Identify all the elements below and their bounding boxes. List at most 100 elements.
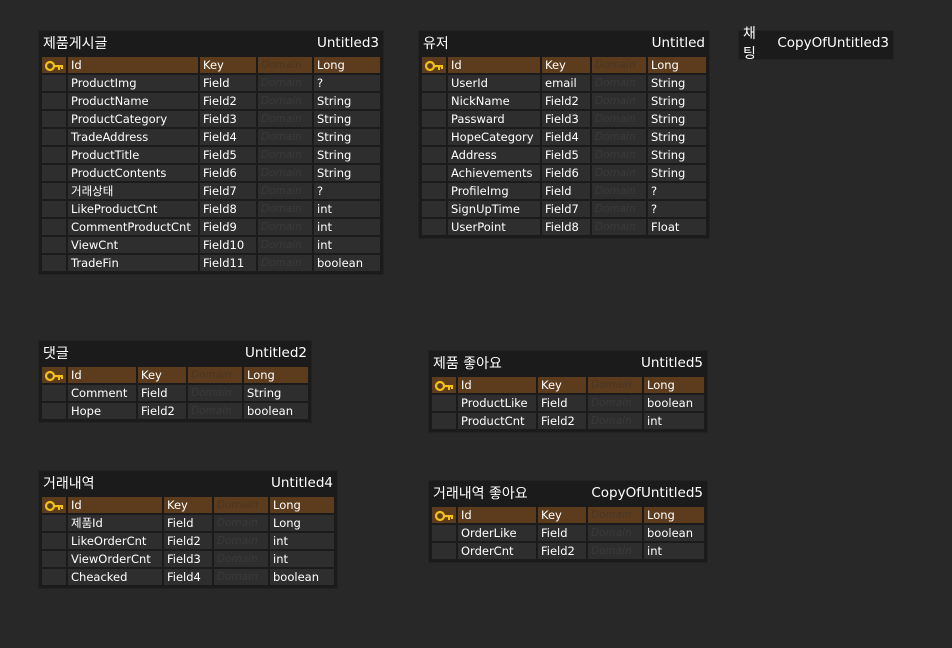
attribute-keyname[interactable]: Field2 [538,413,586,429]
attribute-row[interactable]: ViewOrderCnt Field3 Domain int [42,551,334,567]
attribute-row[interactable]: ProductContents Field6 Domain String [42,165,380,181]
entity-header[interactable]: 거래내역 좋아요 CopyOfUntitled5 [429,481,707,505]
entity-header[interactable]: 유저 Untitled [419,31,709,55]
entity-product-post[interactable]: 제품게시글 Untitled3 Id Key Domain Long ProductImg F… [39,31,383,274]
entity-header[interactable]: 댓글 Untitled2 [39,341,311,365]
attribute-name[interactable]: LikeOrderCnt [68,533,162,549]
attribute-row[interactable]: Passward Field3 Domain String [422,111,706,127]
attribute-domain[interactable]: Domain [592,219,646,235]
attribute-name[interactable]: ProfileImg [448,183,540,199]
attribute-name[interactable]: TradeAddress [68,129,198,145]
attribute-keyname[interactable]: Field6 [200,165,256,181]
attribute-keyname[interactable]: Key [138,367,186,383]
attribute-type[interactable]: int [270,533,334,549]
attribute-row[interactable]: TradeAddress Field4 Domain String [42,129,380,145]
attribute-type[interactable]: boolean [314,255,380,271]
attribute-keyname[interactable]: Field9 [200,219,256,235]
attribute-keyname[interactable]: Field [542,183,590,199]
attribute-keyname[interactable]: Field6 [542,165,590,181]
attribute-keyname[interactable]: Field2 [164,533,212,549]
attribute-name[interactable]: CommentProductCnt [68,219,198,235]
attribute-type[interactable]: String [648,93,706,109]
attribute-row[interactable]: Hope Field2 Domain boolean [42,403,308,419]
attribute-domain[interactable]: Domain [258,201,312,217]
attribute-type[interactable]: String [314,93,380,109]
attribute-type[interactable]: ? [648,201,706,217]
attribute-type[interactable]: String [648,165,706,181]
attribute-keyname[interactable]: Field [138,385,186,401]
attribute-type[interactable]: int [314,237,380,253]
attribute-row[interactable]: ProductTitle Field5 Domain String [42,147,380,163]
attribute-keyname[interactable]: Key [164,497,212,513]
attribute-keyname[interactable]: Field3 [164,551,212,567]
attribute-keyname[interactable]: Field4 [164,569,212,585]
attribute-name[interactable]: Id [458,507,536,523]
attribute-name[interactable]: ProductCnt [458,413,536,429]
attribute-keyname[interactable]: Field2 [542,93,590,109]
attribute-keyname[interactable]: Field5 [200,147,256,163]
entity-trade-like[interactable]: 거래내역 좋아요 CopyOfUntitled5 Id Key Domain Long Or… [429,481,707,562]
attribute-row[interactable]: Comment Field Domain String [42,385,308,401]
attribute-type[interactable]: ? [314,75,380,91]
attribute-name[interactable]: Id [448,57,540,73]
attribute-domain[interactable]: Domain [258,93,312,109]
attribute-row[interactable]: Cheacked Field4 Domain boolean [42,569,334,585]
attribute-domain[interactable]: Domain [188,385,242,401]
attribute-row[interactable]: ProfileImg Field Domain? [422,183,706,199]
attribute-name[interactable]: OrderLike [458,525,536,541]
attribute-name[interactable]: UserPoint [448,219,540,235]
attribute-keyname[interactable]: Field2 [138,403,186,419]
attribute-name[interactable]: Passward [448,111,540,127]
entity-chat[interactable]: 채팅 CopyOfUntitled3 [739,26,893,62]
attribute-type[interactable]: String [648,129,706,145]
attribute-row[interactable]: OrderCnt Field2 Domain int [432,543,704,559]
attribute-keyname[interactable]: Key [538,507,586,523]
attribute-type[interactable]: Long [270,497,334,513]
attribute-name[interactable]: Address [448,147,540,163]
attribute-type[interactable]: ? [314,183,380,199]
attribute-type[interactable]: boolean [644,525,704,541]
attribute-domain[interactable]: Domain [588,413,642,429]
attribute-row[interactable]: OrderLike Field Domain boolean [432,525,704,541]
attribute-row[interactable]: ProductCategory Field3 Domain String [42,111,380,127]
attribute-domain[interactable]: Domain [188,403,242,419]
attribute-domain[interactable]: Domain [258,75,312,91]
attribute-type[interactable]: Long [244,367,308,383]
entity-header[interactable]: 거래내역 Untitled4 [39,471,337,495]
attribute-domain[interactable]: Domain [592,57,646,73]
attribute-domain[interactable]: Domain [258,183,312,199]
attribute-domain[interactable]: Domain [214,551,268,567]
attribute-keyname[interactable]: Field [200,75,256,91]
attribute-keyname[interactable]: Field11 [200,255,256,271]
primary-key-row[interactable]: Id Key Domain Long [432,377,704,393]
entity-header[interactable]: 제품 좋아요 Untitled5 [429,351,707,375]
attribute-domain[interactable]: Domain [588,395,642,411]
attribute-row[interactable]: UserPoint Field8 Domain Float [422,219,706,235]
attribute-type[interactable]: int [270,551,334,567]
entity-header[interactable]: 채팅 CopyOfUntitled3 [739,26,893,62]
attribute-type[interactable]: Long [648,57,706,73]
attribute-row[interactable]: 거래상태 Field7 Domain? [42,183,380,199]
attribute-keyname[interactable]: Field3 [542,111,590,127]
attribute-row[interactable]: 제품Id Field Domain Long [42,515,334,531]
attribute-domain[interactable]: Domain [258,111,312,127]
attribute-row[interactable]: NickName Field2 Domain String [422,93,706,109]
attribute-keyname[interactable]: Field8 [542,219,590,235]
attribute-type[interactable]: String [244,385,308,401]
attribute-domain[interactable]: Domain [592,75,646,91]
attribute-domain[interactable]: Domain [592,111,646,127]
attribute-name[interactable]: OrderCnt [458,543,536,559]
attribute-domain[interactable]: Domain [258,255,312,271]
attribute-name[interactable]: Id [68,367,136,383]
attribute-name[interactable]: ProductContents [68,165,198,181]
primary-key-row[interactable]: Id Key Domain Long [432,507,704,523]
primary-key-row[interactable]: Id Key Domain Long [422,57,706,73]
attribute-type[interactable]: Float [648,219,706,235]
attribute-keyname[interactable]: Field3 [200,111,256,127]
attribute-name[interactable]: Comment [68,385,136,401]
attribute-name[interactable]: 거래상태 [68,183,198,199]
attribute-type[interactable]: String [648,147,706,163]
attribute-domain[interactable]: Domain [588,507,642,523]
attribute-row[interactable]: ProductCnt Field2 Domain int [432,413,704,429]
attribute-name[interactable]: ProductTitle [68,147,198,163]
